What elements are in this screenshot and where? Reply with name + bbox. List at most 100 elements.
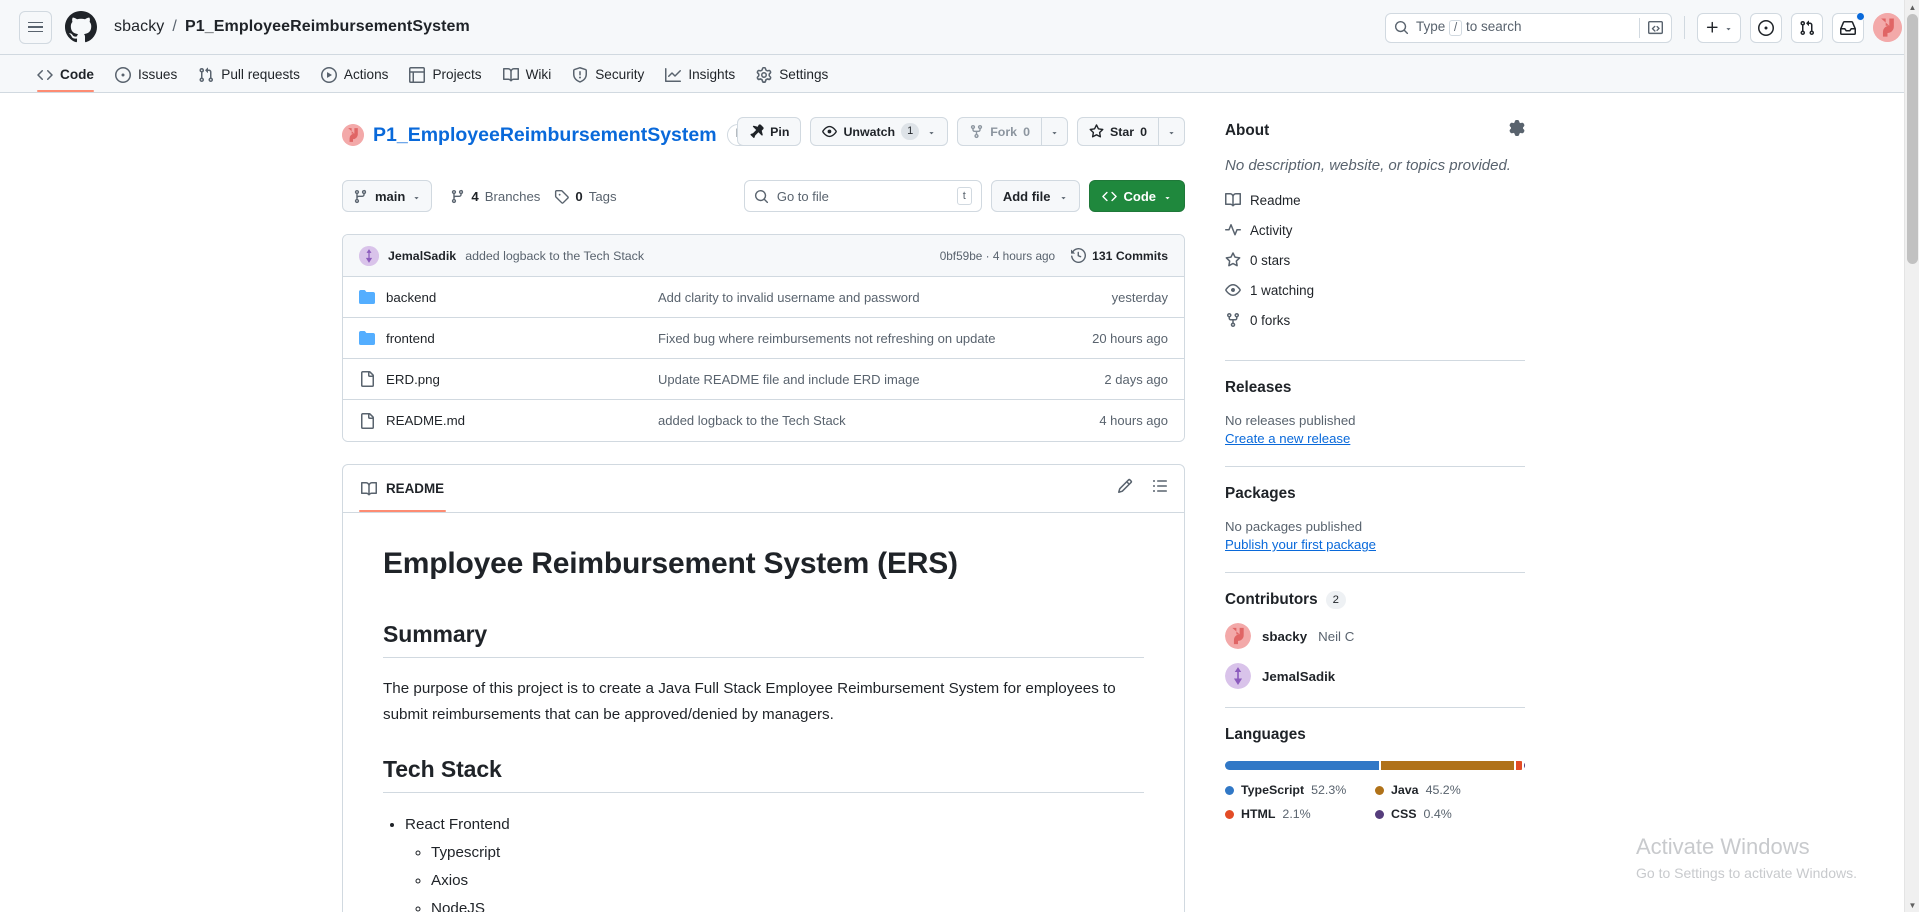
watch-button[interactable]: Unwatch 1 [810,117,949,146]
list-item[interactable]: JemalSadik [1225,663,1525,689]
chevron-down-icon [1726,28,1731,31]
gear-icon[interactable] [1509,120,1525,141]
commit-author[interactable]: JemalSadik [388,249,456,263]
code-button[interactable]: Code [1088,180,1185,212]
add-file-label: Add file [1002,188,1051,204]
branches-link[interactable]: 4 Branches [450,189,540,204]
tab-actions-label: Actions [343,67,389,82]
table-row[interactable]: ERD.png Update README file and include E… [343,359,1184,400]
tab-issues[interactable]: Issues [106,57,186,92]
publish-package-link[interactable]: Publish your first package [1225,537,1376,552]
about-link-watching[interactable]: 1 watching [1225,282,1525,298]
book-icon [502,67,519,81]
search-input[interactable]: Type / to search [1385,12,1672,43]
issues-button[interactable] [1750,12,1782,43]
tags-link[interactable]: 0 Tags [554,188,617,204]
tab-actions[interactable]: Actions [312,57,398,92]
packages-empty: No packages published [1225,519,1363,534]
create-new-button[interactable] [1697,12,1741,43]
page-scrollbar[interactable]: ▲ ▼ [1904,0,1919,912]
tab-wiki-label: Wiki [525,67,552,82]
header-actions: Type / to search [1385,0,1902,55]
language-percent: 52.3% [1311,783,1347,797]
tab-insights[interactable]: Insights [656,57,744,92]
pin-button[interactable]: Pin [737,117,802,146]
file-name[interactable]: backend [386,290,658,305]
tab-security[interactable]: Security [563,57,653,92]
edit-pencil-icon[interactable] [1117,478,1133,499]
git-branch-icon [354,189,367,203]
repository-nav: Code Issues Pull requests Actions Projec… [0,55,1919,93]
table-row[interactable]: backend Add clarity to invalid username … [343,277,1184,318]
file-commit-message[interactable]: added logback to the Tech Stack [658,413,1099,428]
language-percent: 0.4% [1423,807,1452,821]
watermark-title: Activate Windows [1636,834,1810,859]
file-table: JemalSadik added logback to the Tech Sta… [342,234,1185,442]
notifications-button[interactable] [1832,11,1865,43]
language-bar [1225,761,1525,770]
file-commit-message[interactable]: Fixed bug where reimbursements not refre… [658,331,1092,346]
fork-dropdown-button[interactable] [1040,118,1067,145]
watermark-subtitle: Go to Settings to activate Windows. [1636,865,1857,881]
star-dropdown-button[interactable] [1158,118,1184,145]
tab-readme[interactable]: README [359,465,447,512]
tab-wiki[interactable]: Wiki [494,57,561,92]
readme-summary-heading: Summary [383,621,1144,658]
folder-icon [359,289,375,305]
user-avatar[interactable] [1873,13,1902,42]
github-logo-icon[interactable] [65,11,97,43]
about-link-stars[interactable]: 0 stars [1225,252,1525,268]
readme-header-actions [1117,478,1168,499]
main-column: P1_EmployeeReimbursementSystem Public Pi… [0,117,1185,912]
language-legend-item[interactable]: HTML 2.1% [1225,807,1375,821]
about-link-readme[interactable]: Readme [1225,192,1525,208]
command-palette-icon[interactable] [1639,17,1663,38]
list-item[interactable]: sbacky Neil C [1225,623,1525,649]
breadcrumb-owner[interactable]: sbacky [114,18,164,36]
commit-message[interactable]: added logback to the Tech Stack [465,249,644,263]
scroll-down-arrow[interactable]: ▼ [1905,898,1919,912]
repo-content: P1_EmployeeReimbursementSystem Public Pi… [342,117,1185,912]
scroll-up-arrow[interactable]: ▲ [1905,0,1919,14]
go-to-file-placeholder: Go to file [776,188,829,204]
branch-selector[interactable]: main [342,180,433,212]
tab-settings[interactable]: Settings [747,57,837,92]
table-row[interactable]: frontend Fixed bug where reimbursements … [343,318,1184,359]
language-legend-item[interactable]: Java 45.2% [1375,783,1525,797]
commit-meta: 0bf59be · 4 hours ago 131 Commits [940,248,1168,263]
table-row[interactable]: README.md added logback to the Tech Stac… [343,400,1184,441]
tab-projects[interactable]: Projects [400,57,490,92]
divider [1225,572,1525,573]
file-commit-message[interactable]: Update README file and include ERD image [658,372,1104,387]
go-to-file-input[interactable]: Go to file t [743,180,982,212]
about-link-activity[interactable]: Activity [1225,222,1525,238]
tags-count: 0 [575,188,583,204]
breadcrumb-repo[interactable]: P1_EmployeeReimbursementSystem [185,18,470,36]
add-file-button[interactable]: Add file [990,180,1080,212]
fork-icon [971,124,983,139]
hamburger-menu-icon[interactable] [19,10,52,44]
language-color-dot [1225,785,1234,795]
file-name[interactable]: frontend [386,331,658,346]
commits-count-link[interactable]: 131 Commits [1071,248,1168,263]
create-release-link[interactable]: Create a new release [1225,431,1350,446]
page-title[interactable]: P1_EmployeeReimbursementSystem [373,124,717,147]
file-name[interactable]: README.md [386,413,658,428]
avatar [1225,623,1251,649]
file-name[interactable]: ERD.png [386,372,658,387]
star-button[interactable]: Star 0 [1078,118,1158,145]
scrollbar-thumb[interactable] [1907,14,1918,264]
tab-code[interactable]: Code [28,57,103,92]
fork-button[interactable]: Fork 0 [958,118,1041,145]
language-legend-item[interactable]: CSS 0.4% [1375,807,1525,821]
star-label: Star [1109,124,1135,139]
commit-sha[interactable]: 0bf59be · 4 hours ago [940,249,1055,263]
issue-opened-icon [1758,19,1774,36]
outline-list-icon[interactable] [1152,478,1168,499]
file-icon [359,412,375,429]
file-commit-message[interactable]: Add clarity to invalid username and pass… [658,290,1112,305]
about-link-forks[interactable]: 0 forks [1225,312,1525,328]
language-legend-item[interactable]: TypeScript 52.3% [1225,783,1375,797]
pull-requests-button[interactable] [1791,12,1823,43]
tab-pull-requests[interactable]: Pull requests [189,57,309,92]
